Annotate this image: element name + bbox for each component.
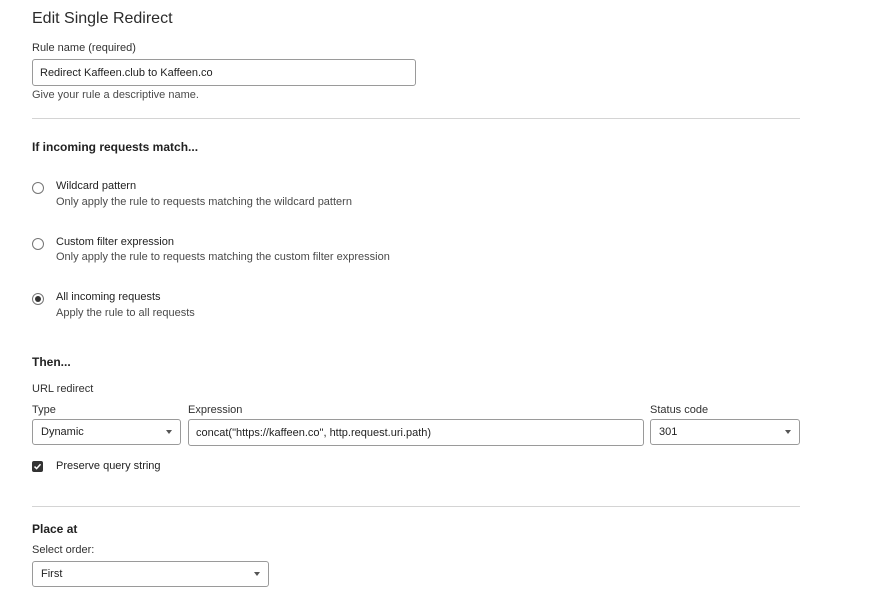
custom-filter-radio[interactable]	[32, 238, 44, 250]
expression-input[interactable]: concat("https://kaffeen.co", http.reques…	[188, 419, 644, 446]
wildcard-pattern-description: Only apply the rule to requests matching…	[56, 196, 352, 208]
custom-filter-description: Only apply the rule to requests matching…	[56, 251, 390, 263]
section-divider	[32, 506, 800, 507]
all-requests-title: All incoming requests	[56, 291, 161, 303]
custom-filter-title: Custom filter expression	[56, 236, 174, 248]
type-label: Type	[32, 404, 56, 416]
section-divider	[32, 118, 800, 119]
expression-label: Expression	[188, 404, 243, 416]
chevron-down-icon	[166, 430, 172, 434]
type-select[interactable]: Dynamic	[32, 419, 181, 445]
status-code-label: Status code	[650, 404, 709, 416]
rule-name-input[interactable]: Redirect Kaffeen.club to Kaffeen.co	[32, 59, 416, 86]
checkmark-icon	[33, 463, 42, 470]
expression-value: concat("https://kaffeen.co", http.reques…	[196, 426, 432, 439]
all-requests-radio[interactable]	[32, 293, 44, 305]
status-code-select[interactable]: 301	[650, 419, 800, 445]
all-requests-description: Apply the rule to all requests	[56, 307, 195, 319]
url-redirect-label: URL redirect	[32, 383, 94, 395]
then-heading: Then...	[32, 355, 71, 369]
rule-name-label: Rule name (required)	[32, 42, 136, 54]
place-at-heading: Place at	[32, 522, 78, 536]
radio-selected-indicator	[35, 296, 41, 302]
rule-name-value: Redirect Kaffeen.club to Kaffeen.co	[40, 66, 213, 79]
order-select-value: First	[41, 568, 63, 580]
select-order-label: Select order:	[32, 544, 95, 556]
status-code-value: 301	[659, 426, 678, 438]
type-select-value: Dynamic	[41, 426, 84, 438]
preserve-query-label: Preserve query string	[56, 460, 161, 472]
chevron-down-icon	[785, 430, 791, 434]
chevron-down-icon	[254, 572, 260, 576]
wildcard-pattern-title: Wildcard pattern	[56, 180, 137, 192]
rule-name-help: Give your rule a descriptive name.	[32, 89, 199, 101]
match-heading: If incoming requests match...	[32, 140, 199, 154]
wildcard-pattern-radio[interactable]	[32, 182, 44, 194]
order-select[interactable]: First	[32, 561, 269, 587]
preserve-query-checkbox[interactable]	[32, 461, 43, 472]
page-title: Edit Single Redirect	[32, 10, 173, 27]
